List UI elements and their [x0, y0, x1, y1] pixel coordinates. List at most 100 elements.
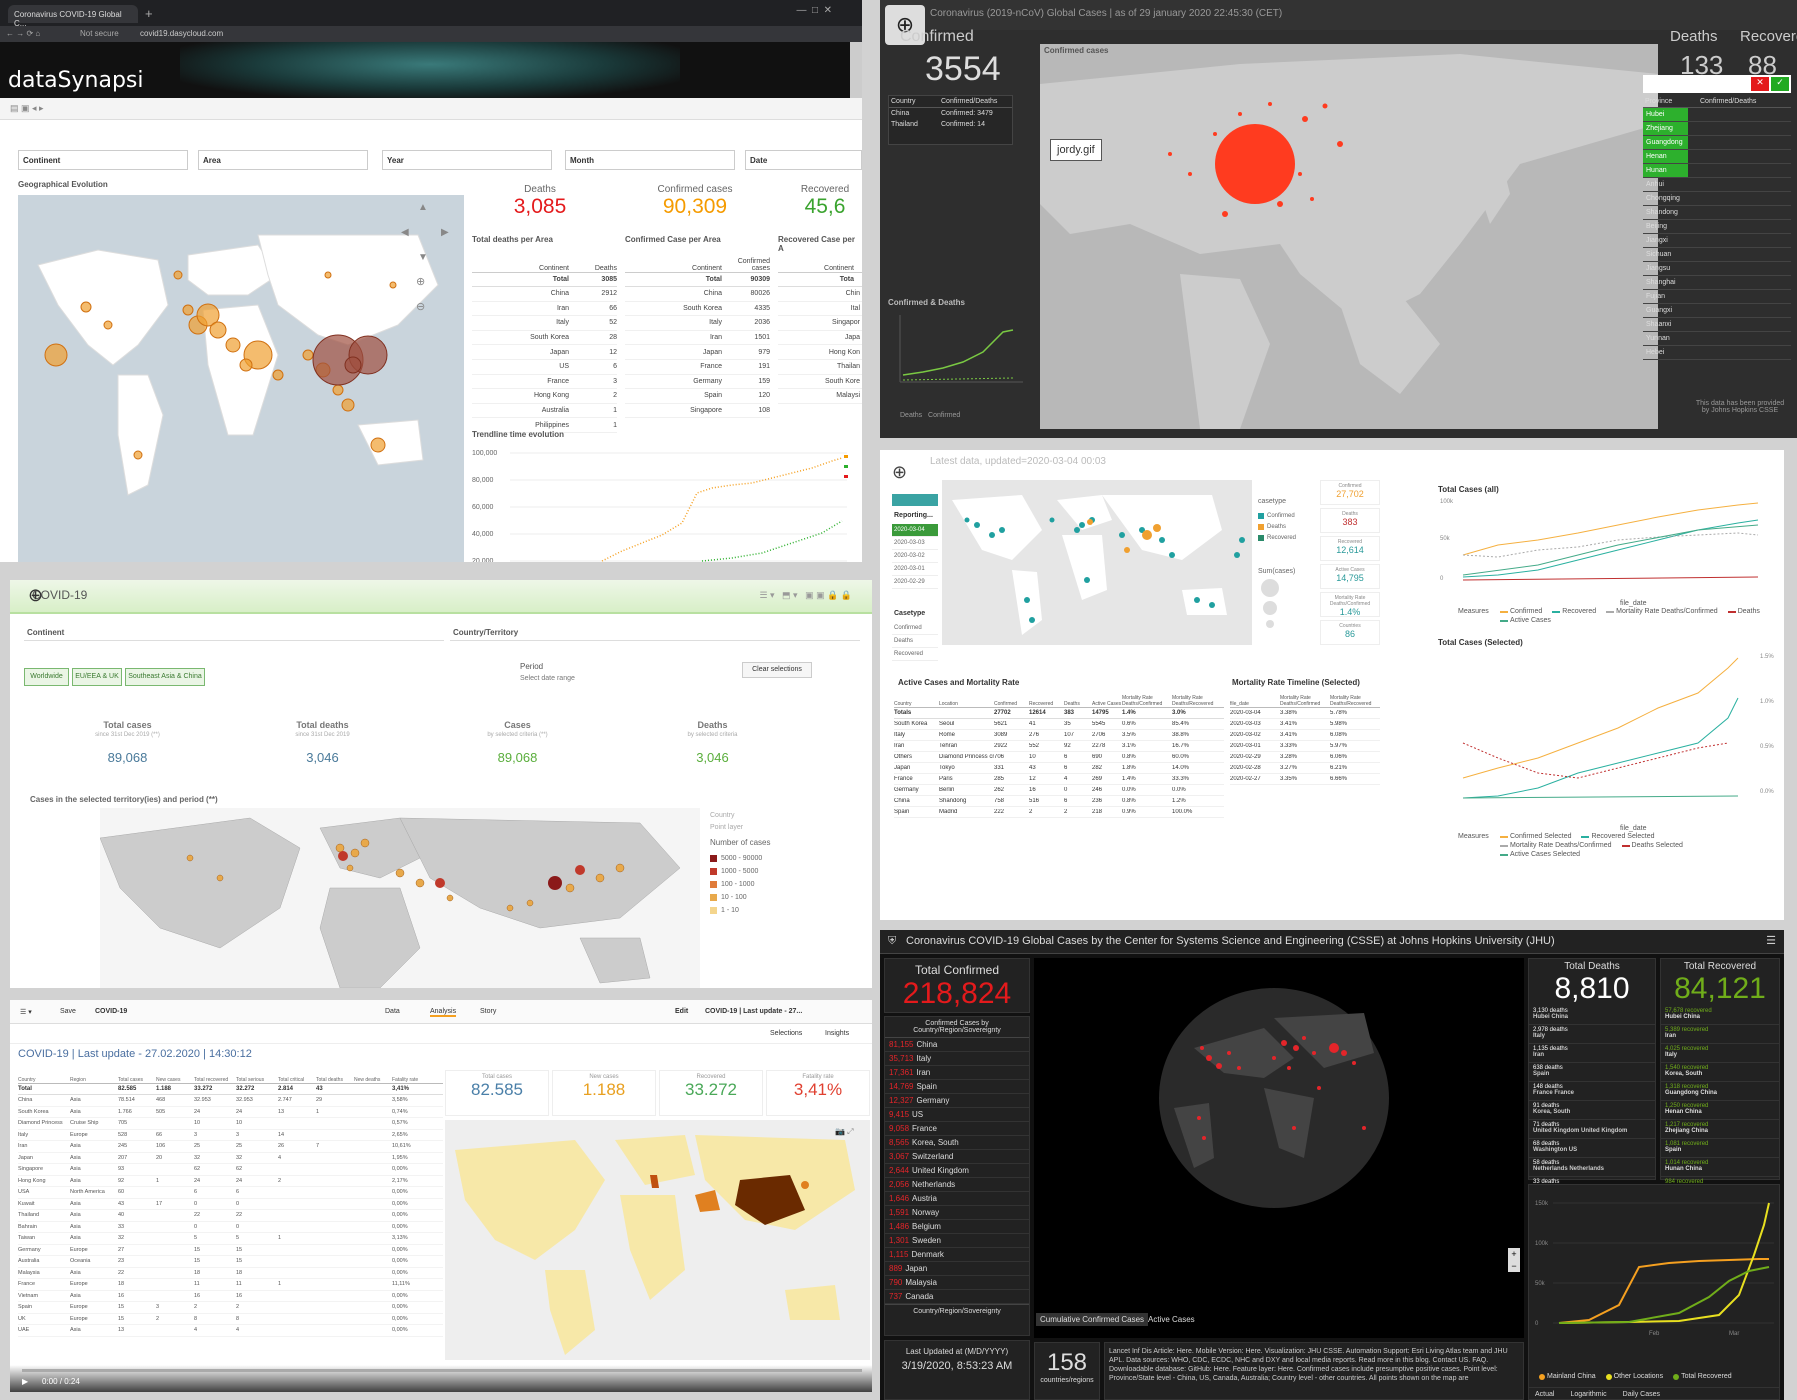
- tab-story[interactable]: Story: [480, 1008, 496, 1015]
- p6-updated-value: 3/19/2020, 8:53:23 AM: [901, 1360, 1013, 1372]
- date-item[interactable]: 2020-02-29: [892, 576, 938, 589]
- p4-toolbar-icons[interactable]: ☰ ▾ ⬒ ▾ ▣ ▣ 🔒 🔒: [759, 590, 852, 601]
- insights-button[interactable]: Insights: [825, 1030, 849, 1037]
- legend-label: 1 - 10: [721, 907, 739, 914]
- p6-map[interactable]: Cumulative Confirmed Cases Active Cases …: [1034, 958, 1524, 1338]
- table-row: Kuwait Asia 43 17 0 0 0,00%: [18, 1199, 443, 1210]
- p6-list-footer[interactable]: Country/Region/Sovereignty: [885, 1304, 1029, 1318]
- p3-kpi: Countries 86: [1320, 620, 1380, 645]
- c2-y-tick: 1.0%: [1760, 699, 1774, 705]
- p2-rt-h1: Province: [1645, 98, 1673, 105]
- p4-map[interactable]: [99, 808, 700, 988]
- date-item[interactable]: 2020-03-04: [892, 524, 938, 537]
- table-row: Singapore 108: [625, 404, 770, 419]
- casetype-item[interactable]: Confirmed: [892, 622, 938, 635]
- svg-text:▲: ▲: [418, 202, 428, 213]
- province-row: Anhui: [1643, 178, 1791, 192]
- cell: Asia: [70, 1327, 81, 1334]
- c1-y-tick: 0: [1440, 576, 1444, 582]
- tab-analysis[interactable]: Analysis: [430, 1008, 457, 1017]
- nav-arrows-icon[interactable]: ← → ⟳ ⌂: [6, 29, 40, 38]
- country-name: Japan: [905, 1264, 928, 1273]
- date-item[interactable]: 2020-03-02: [892, 550, 938, 563]
- date-item[interactable]: 2020-03-01: [892, 563, 938, 576]
- cell: 5.97%: [1330, 743, 1348, 749]
- btn-sea-china[interactable]: Southeast Asia & China: [125, 668, 205, 686]
- cell: 62: [236, 1166, 243, 1173]
- filter-month[interactable]: Month: [565, 150, 735, 170]
- death-place: Washington US: [1533, 1147, 1578, 1153]
- cancel-icon[interactable]: ✕: [1751, 77, 1769, 91]
- p4-kpi-value: 89,068: [107, 750, 148, 765]
- filter-date[interactable]: Date: [745, 150, 862, 170]
- zoom-icon[interactable]: ⊕: [892, 462, 907, 483]
- menu-icon[interactable]: ☰: [1766, 934, 1776, 947]
- cell: 2706: [1092, 732, 1106, 738]
- p2-map-label: Confirmed cases: [1044, 46, 1109, 55]
- p5-map[interactable]: 📷 ⤢: [445, 1120, 870, 1360]
- casetype-item[interactable]: Recovered: [892, 648, 938, 661]
- p4-filter-continent[interactable]: Continent: [24, 625, 444, 641]
- tab-data[interactable]: Data: [385, 1008, 400, 1015]
- cell: 2,17%: [392, 1177, 408, 1184]
- row-value: 2912: [601, 290, 617, 298]
- btn-worldwide[interactable]: Worldwide: [24, 668, 69, 686]
- cell: 0,00%: [392, 1189, 408, 1196]
- cell: 3: [236, 1131, 240, 1138]
- zoom-icon[interactable]: ⊕: [28, 585, 43, 606]
- country-row: 1,115 Denmark: [885, 1248, 1029, 1262]
- jordy-dashboard-panel: Coronavirus (2019-nCoV) Global Cases | a…: [880, 0, 1797, 438]
- filter-year[interactable]: Year: [382, 150, 552, 170]
- p6-tc-label: Total Confirmed: [914, 963, 1000, 977]
- p5-menu-icon[interactable]: ☰ ▾: [20, 1008, 32, 1016]
- btn-eu[interactable]: EU/EEA & UK: [72, 668, 122, 686]
- edit-button[interactable]: Edit: [675, 1008, 688, 1015]
- cell: Thailand: [18, 1212, 40, 1219]
- map-tab-cumulative[interactable]: Cumulative Confirmed Cases: [1036, 1313, 1149, 1326]
- p4-filter-country[interactable]: Country/Territory: [450, 625, 860, 641]
- p5-save[interactable]: Save: [60, 1008, 76, 1015]
- window-controls-icon[interactable]: — □ ✕: [796, 5, 832, 16]
- new-tab-icon[interactable]: +: [145, 6, 153, 21]
- chart-legend-item: Active Cases Selected: [1500, 851, 1580, 858]
- clear-selections-button[interactable]: Clear selections: [742, 662, 812, 678]
- url-text[interactable]: covid19.dasycloud.com: [140, 29, 223, 38]
- p2-legend-deaths: Deaths: [900, 412, 923, 419]
- map-tab-active[interactable]: Active Cases: [1144, 1313, 1199, 1326]
- scrollbar[interactable]: [850, 42, 862, 98]
- p4-period-value[interactable]: Select date range: [520, 675, 575, 682]
- country-row: 790 Malaysia: [885, 1276, 1029, 1290]
- chart-legend-item: Other Locations: [1605, 1373, 1663, 1380]
- p2-map[interactable]: Confirmed cases jordy.gif: [1040, 44, 1658, 429]
- zoom-controls-icon[interactable]: + −: [1508, 1248, 1520, 1272]
- video-progress[interactable]: [22, 1369, 862, 1372]
- p3-map[interactable]: [942, 480, 1252, 645]
- p2-search-box[interactable]: ✕ ✓: [1643, 75, 1791, 93]
- browser-tab[interactable]: Coronavirus COVID-19 Global C...: [8, 5, 138, 28]
- row-label: France: [700, 363, 722, 371]
- date-item[interactable]: 2020-03-03: [892, 537, 938, 550]
- province-name: Shanghai: [1646, 279, 1676, 286]
- world-map[interactable]: ▲ ◀ ▶ ▼ ⊕ ⊖: [18, 195, 464, 562]
- confirm-icon[interactable]: ✓: [1771, 77, 1789, 91]
- row-value: 191: [758, 363, 770, 371]
- table-row: France Europe 18 11 11 1 11,11%: [18, 1279, 443, 1291]
- cell: Seoul: [939, 721, 955, 727]
- toolbar-icons[interactable]: ▤ ▣ ◂ ▸: [10, 103, 44, 114]
- sheet-selector[interactable]: COVID-19 | Last update - 27...: [705, 1008, 802, 1015]
- chart-tab-actual[interactable]: Actual: [1535, 1391, 1554, 1398]
- row-label: Iran: [556, 304, 569, 312]
- play-icon[interactable]: ▶: [22, 1377, 28, 1386]
- chart-legend-item: Mainland China: [1539, 1373, 1596, 1380]
- chart-tab-daily[interactable]: Daily Cases: [1623, 1391, 1660, 1398]
- selections-button[interactable]: Selections: [770, 1030, 802, 1037]
- total-cell: 3,41%: [392, 1086, 410, 1092]
- filter-area[interactable]: Area: [198, 150, 368, 170]
- casetype-item[interactable]: Deaths: [892, 635, 938, 648]
- kpi-deaths-label: Deaths: [524, 184, 556, 195]
- country-name: France: [912, 1124, 937, 1133]
- cell: 0: [236, 1223, 240, 1230]
- filter-continent[interactable]: Continent: [18, 150, 188, 170]
- country-row: 1,301 Sweden: [885, 1234, 1029, 1248]
- chart-tab-log[interactable]: Logarithmic: [1570, 1391, 1606, 1398]
